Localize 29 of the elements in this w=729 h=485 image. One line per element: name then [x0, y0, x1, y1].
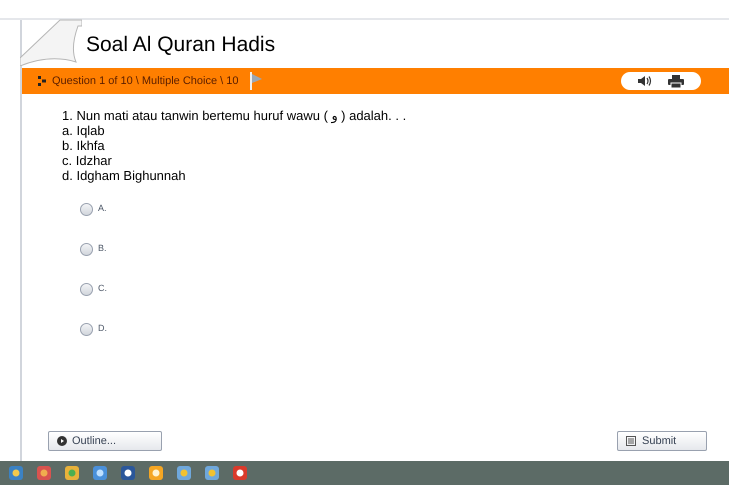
play-icon — [57, 436, 67, 446]
app-icon[interactable] — [204, 465, 220, 481]
question-text: 1. Nun mati atau tanwin bertemu huruf wawu ( و ) adalah. . . — [62, 108, 408, 123]
app-icon[interactable] — [232, 465, 248, 481]
outline-button[interactable]: Outline... — [48, 431, 162, 451]
answer-radio[interactable]: D. — [80, 321, 729, 337]
choice-text: c. Idzhar — [62, 153, 113, 168]
app-icon[interactable] — [148, 465, 164, 481]
app-icon[interactable] — [36, 465, 52, 481]
printer-icon[interactable] — [668, 74, 684, 88]
app-icon[interactable] — [120, 465, 136, 481]
submit-button[interactable]: Submit — [617, 431, 707, 451]
app-icon[interactable] — [176, 465, 192, 481]
choice-text: b. Ikhfa — [62, 138, 106, 153]
folded-corner-icon — [20, 18, 82, 66]
list-icon — [626, 436, 636, 446]
answer-radio[interactable]: B. — [80, 241, 729, 257]
answer-radio[interactable]: A. — [80, 201, 729, 217]
app-icon[interactable] — [64, 465, 80, 481]
speaker-icon[interactable] — [638, 75, 654, 87]
question-info: Question 1 of 10 \ Multiple Choice \ 10 — [52, 74, 238, 89]
answer-radio[interactable]: C. — [80, 281, 729, 297]
app-icon[interactable] — [92, 465, 108, 481]
choice-text: a. Iqlab — [62, 123, 106, 138]
app-icon[interactable] — [8, 465, 24, 481]
flag-icon[interactable] — [248, 72, 262, 90]
grip-icon — [38, 76, 46, 86]
quiz-title: Soal Al Quran Hadis — [86, 32, 276, 58]
choice-text: d. Idgham Bighunnah — [62, 168, 187, 183]
